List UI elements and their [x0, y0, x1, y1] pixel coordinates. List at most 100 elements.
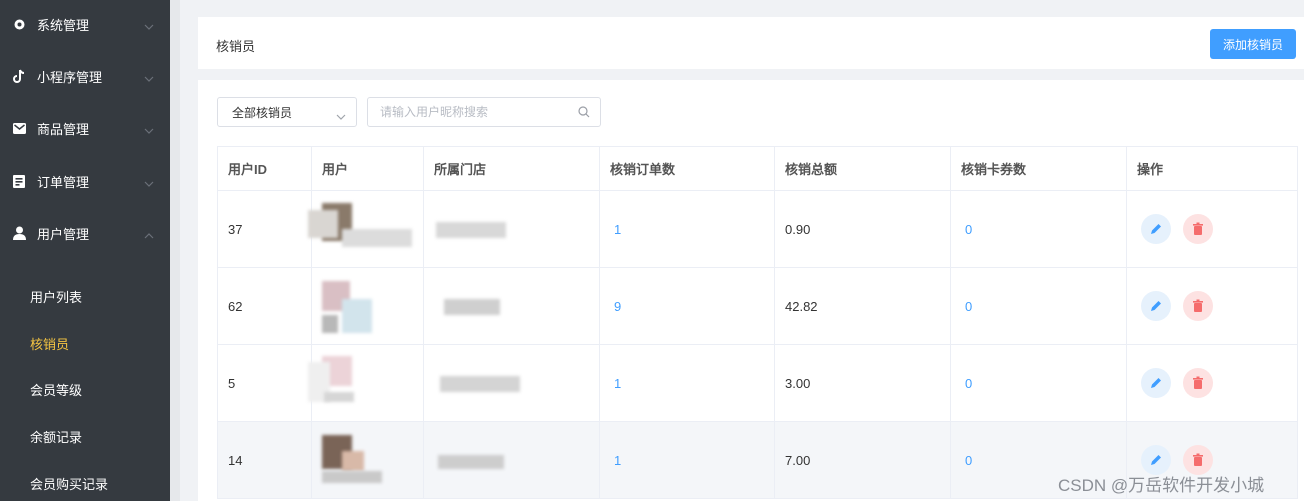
orders-link[interactable]: 1: [610, 222, 621, 237]
sidebar: 系统管理 小程序管理 商品管理 订单管理 用户管理 用户列表 核销员 会员等级 …: [0, 0, 170, 501]
cell-coupons[interactable]: 0: [950, 267, 1127, 345]
chevron-down-icon: [144, 175, 154, 190]
trash-icon: [1193, 376, 1203, 389]
search-input[interactable]: [380, 103, 570, 121]
cell-total: 42.82: [774, 267, 951, 345]
cell-store: [423, 190, 600, 268]
table-row: 62 9 42.82 0: [217, 267, 1298, 345]
cell-store: [423, 344, 600, 422]
orders-link[interactable]: 1: [610, 376, 621, 391]
order-icon: [12, 174, 26, 188]
cell-user-id: 62: [217, 267, 312, 345]
cell-user-id: 37: [217, 190, 312, 268]
user-icon: [12, 226, 26, 240]
column-header-actions: 操作: [1126, 146, 1298, 191]
chevron-up-icon: [144, 227, 154, 242]
blurred-user-avatar: [322, 425, 423, 495]
chevron-down-icon: [144, 70, 154, 85]
menu-goods-label: 商品管理: [37, 121, 90, 137]
cell-total: 3.00: [774, 344, 951, 422]
cell-orders[interactable]: 9: [599, 267, 775, 345]
verifier-filter-select[interactable]: 全部核销员: [217, 97, 357, 127]
coupons-link[interactable]: 0: [961, 222, 972, 237]
cell-user-id: 14: [217, 421, 312, 499]
cell-user: [311, 267, 424, 345]
cell-orders[interactable]: 1: [599, 190, 775, 268]
table-row: 37 1 0.90 0: [217, 190, 1298, 268]
blurred-user-avatar: [322, 271, 423, 341]
trash-icon: [1193, 299, 1203, 312]
menu-user[interactable]: 用户管理: [0, 207, 170, 259]
gear-icon: [12, 17, 26, 31]
trash-icon: [1193, 453, 1203, 466]
menu-miniprogram[interactable]: 小程序管理: [0, 50, 170, 102]
table-row: 5 1 3.00 0: [217, 344, 1298, 422]
column-header-total: 核销总额: [774, 146, 951, 191]
edit-button[interactable]: [1141, 291, 1171, 321]
table-header-row: 用户ID 用户 所属门店 核销订单数 核销总额 核销卡券数 操作: [217, 146, 1298, 191]
pencil-icon: [1151, 455, 1161, 465]
sidebar-item-balance-record[interactable]: 余额记录: [30, 427, 82, 446]
menu-system-label: 系统管理: [37, 17, 90, 33]
tiktok-icon: [12, 69, 26, 83]
pencil-icon: [1151, 224, 1161, 234]
cell-actions: [1126, 267, 1298, 345]
menu-order[interactable]: 订单管理: [0, 155, 170, 207]
blurred-store-name: [434, 271, 599, 341]
sidebar-item-verifier[interactable]: 核销员: [30, 334, 69, 353]
cell-total: 7.00: [774, 421, 951, 499]
chevron-down-icon: [144, 18, 154, 33]
delete-button[interactable]: [1183, 291, 1213, 321]
cell-orders[interactable]: 1: [599, 344, 775, 422]
cell-user: [311, 421, 424, 499]
blurred-user-avatar: [308, 194, 423, 264]
chevron-down-icon: [144, 122, 154, 137]
page-title: 核销员: [216, 39, 256, 54]
edit-button[interactable]: [1141, 214, 1171, 244]
edit-button[interactable]: [1141, 368, 1171, 398]
pencil-icon: [1151, 378, 1161, 388]
pencil-icon: [1151, 301, 1161, 311]
trash-icon: [1193, 222, 1203, 235]
verifier-table: 用户ID 用户 所属门店 核销订单数 核销总额 核销卡券数 操作 37 1 0.…: [217, 146, 1298, 499]
cell-orders[interactable]: 1: [599, 421, 775, 499]
column-header-coupons: 核销卡券数: [950, 146, 1127, 191]
coupons-link[interactable]: 0: [961, 453, 972, 468]
cell-coupons[interactable]: 0: [950, 190, 1127, 268]
column-header-store: 所属门店: [423, 146, 600, 191]
coupons-link[interactable]: 0: [961, 376, 972, 391]
blurred-user-avatar: [308, 348, 423, 418]
orders-link[interactable]: 1: [610, 453, 621, 468]
cell-coupons[interactable]: 0: [950, 344, 1127, 422]
search-icon[interactable]: [578, 106, 590, 121]
delete-button[interactable]: [1183, 368, 1213, 398]
cell-store: [423, 421, 600, 499]
sidebar-item-member-purchase[interactable]: 会员购买记录: [30, 474, 108, 493]
add-verifier-button[interactable]: 添加核销员: [1210, 29, 1296, 59]
cell-user: [308, 344, 424, 422]
menu-user-label: 用户管理: [37, 226, 90, 242]
sidebar-item-member-level[interactable]: 会员等级: [30, 380, 82, 399]
column-header-orders: 核销订单数: [599, 146, 775, 191]
watermark: CSDN @万岳软件开发小城: [1058, 476, 1265, 495]
orders-link[interactable]: 9: [610, 299, 621, 314]
menu-system[interactable]: 系统管理: [0, 0, 170, 50]
content-panel: 全部核销员 用户ID 用户 所属门店 核销订单数 核销总额 核销卡券数 操作: [198, 80, 1304, 501]
cell-user-id: 5: [217, 344, 312, 422]
delete-button[interactable]: [1183, 214, 1213, 244]
sidebar-item-user-list[interactable]: 用户列表: [30, 287, 82, 306]
cell-total: 0.90: [774, 190, 951, 268]
mail-icon: [12, 121, 26, 135]
column-header-user-id: 用户ID: [217, 146, 312, 191]
column-header-user: 用户: [311, 146, 424, 191]
menu-goods[interactable]: 商品管理: [0, 102, 170, 154]
menu-order-label: 订单管理: [37, 174, 90, 190]
coupons-link[interactable]: 0: [961, 299, 972, 314]
menu-miniprogram-label: 小程序管理: [37, 69, 103, 85]
cell-store: [423, 267, 600, 345]
blurred-store-name: [434, 194, 599, 264]
cell-user: [308, 190, 424, 268]
sidebar-divider: [170, 0, 180, 501]
search-box: [367, 97, 601, 127]
chevron-down-icon: [336, 108, 346, 123]
